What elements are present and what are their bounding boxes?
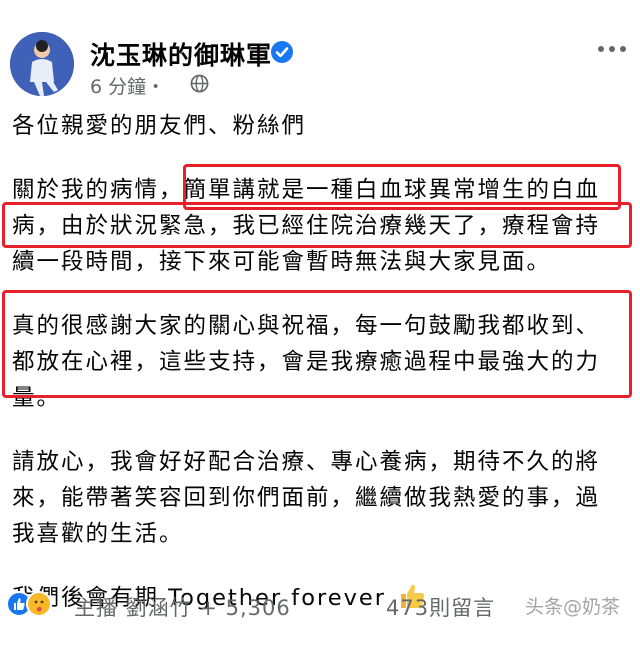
verified-badge-icon xyxy=(270,40,294,64)
care-reaction-icon xyxy=(26,591,52,617)
text-line: 我喜歡的生活。 xyxy=(12,521,184,547)
text-line: 來，能帶著笑容回到你們面前，繼續做我熱愛的事，過 xyxy=(12,485,601,511)
avatar[interactable] xyxy=(10,32,74,96)
watermark: 头条@奶茶 xyxy=(525,596,621,618)
more-options-icon[interactable] xyxy=(592,38,632,60)
text-line: 病，由於狀況緊急，我已經住院治療幾天了，療程會持 xyxy=(12,213,601,239)
greeting-line: 各位親愛的朋友們、粉絲們 xyxy=(12,113,307,139)
comment-count[interactable]: 473則留言 xyxy=(386,592,495,622)
post-timestamp[interactable]: 6 分鐘・ xyxy=(90,72,165,99)
globe-icon xyxy=(190,74,209,93)
paragraph-diagnosis: 關於我的病情，簡單講就是一種白血球異常增生的白血 病，由於狀況緊急，我已經住院治… xyxy=(12,172,628,280)
paragraph-reassurance: 請放心，我會好好配合治療、專心養病，期待不久的將 來，能帶著笑容回到你們面前，繼… xyxy=(12,444,628,552)
text-line: 請放心，我會好好配合治療、專心養病，期待不久的將 xyxy=(12,449,601,475)
post-body: 各位親愛的朋友們、粉絲們 關於我的病情，簡單講就是一種白血球異常增生的白血 病，… xyxy=(12,108,628,650)
paragraph-thanks: 真的很感謝大家的關心與祝福，每一句鼓勵我都收到、 都放在心裡，這些支持，會是我療… xyxy=(12,308,628,416)
text-line: 續一段時間，接下來可能會暫時無法與大家見面。 xyxy=(12,249,552,275)
reaction-summary[interactable] xyxy=(6,590,52,618)
text-line: 量。 xyxy=(12,385,62,411)
reaction-count[interactable]: 主播 劉涵竹 + 5,306 xyxy=(74,592,291,622)
text-line: 關於我的病情，簡單講就是一種白血球異常增生的白血 xyxy=(12,177,601,203)
text-line: 真的很感謝大家的關心與祝福，每一句鼓勵我都收到、 xyxy=(12,313,601,339)
post-header: 沈玉琳的御琳軍 6 分鐘・ xyxy=(0,0,640,104)
author-name[interactable]: 沈玉琳的御琳軍 xyxy=(90,36,272,72)
text-line: 都放在心裡，這些支持，會是我療癒過程中最強大的力 xyxy=(12,349,601,375)
post-footer: 主播 劉涵竹 + 5,306 473則留言 头条@奶茶 xyxy=(0,584,640,627)
